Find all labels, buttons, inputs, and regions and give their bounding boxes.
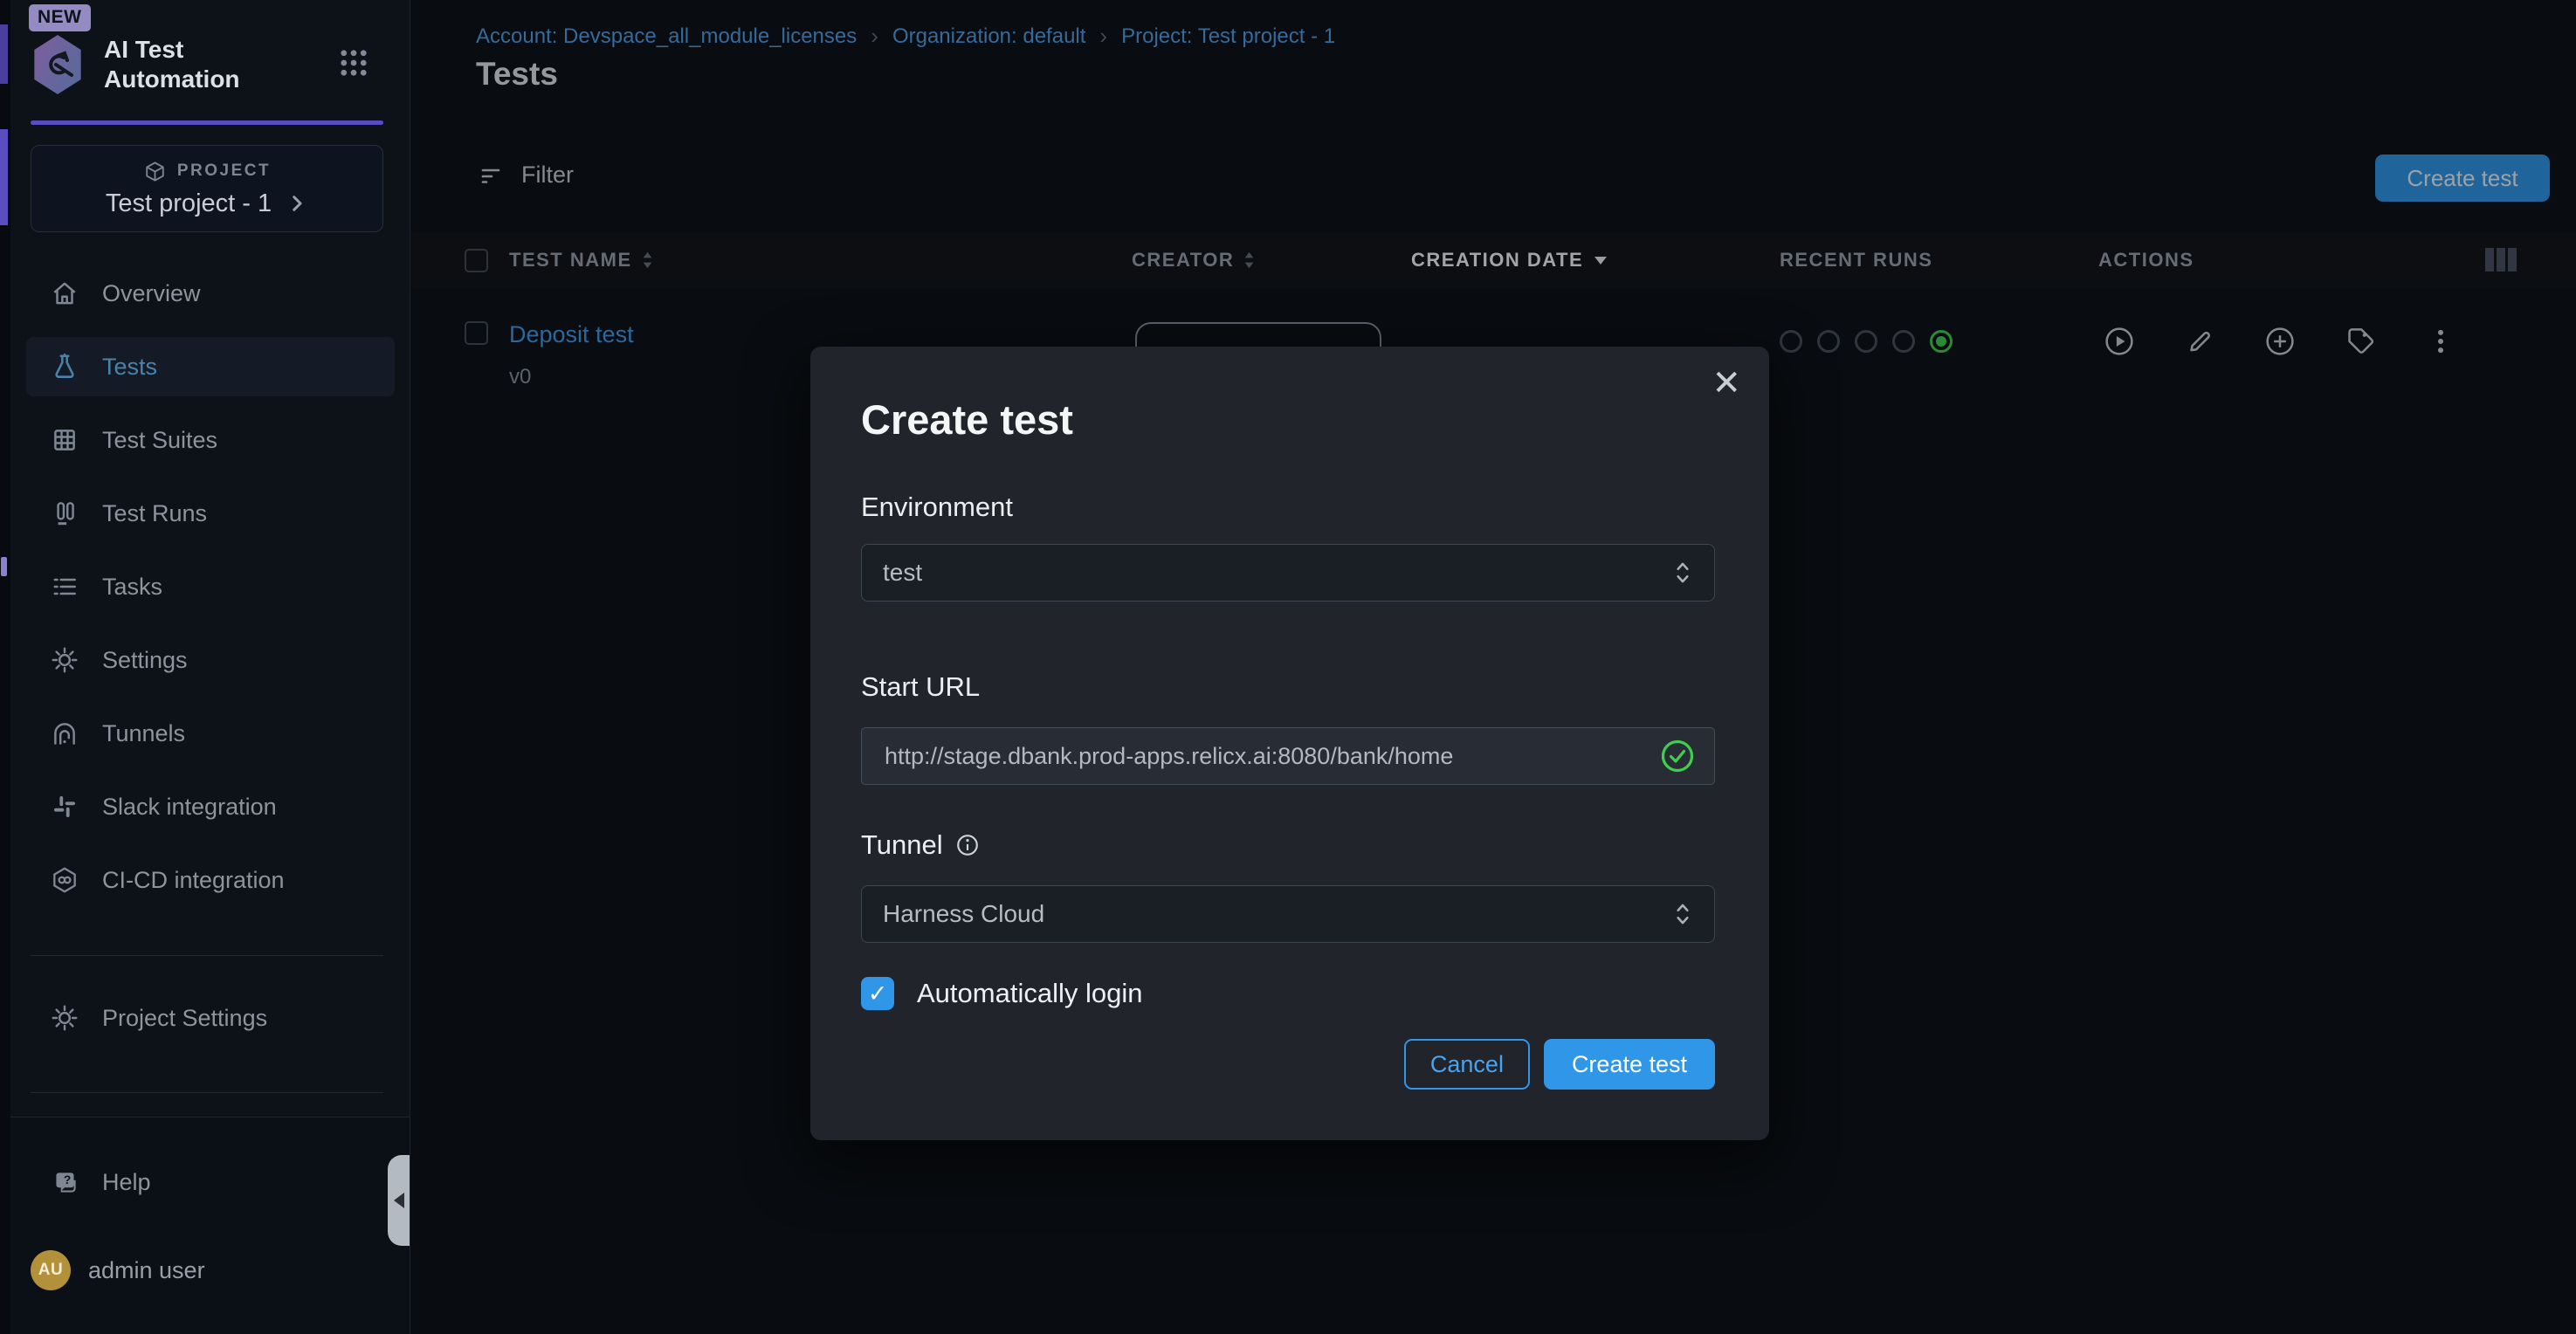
create-test-modal: ✕ Create test Environment test Start URL… xyxy=(810,347,1769,1140)
brand: AI Test Automation xyxy=(31,35,240,94)
cicd-hexagon-icon xyxy=(50,865,79,895)
app-switcher-icon[interactable] xyxy=(338,47,369,79)
sidebar-divider xyxy=(31,955,383,956)
brand-logo-icon xyxy=(31,35,85,94)
app-root: NEW AI Test Automation xyxy=(0,0,2576,1334)
new-badge: NEW xyxy=(29,4,91,31)
sidebar-item-test-suites[interactable]: Test Suites xyxy=(26,410,395,470)
sidebar: NEW AI Test Automation xyxy=(10,0,410,1334)
project-eyebrow: PROJECT xyxy=(143,160,271,183)
modal-title: Create test xyxy=(861,395,1073,444)
sidebar-item-cicd[interactable]: CI-CD integration xyxy=(26,850,395,910)
rail-accent xyxy=(1,557,7,576)
help-chat-icon: ? xyxy=(50,1167,79,1197)
sidebar-item-tasks[interactable]: Tasks xyxy=(26,557,395,616)
gear-icon xyxy=(50,645,79,675)
select-stepper-icon xyxy=(1672,899,1693,929)
gear-icon xyxy=(50,1003,79,1033)
start-url-label: Start URL xyxy=(861,671,980,703)
info-icon[interactable] xyxy=(955,833,980,857)
tunnel-select[interactable]: Harness Cloud xyxy=(861,885,1715,943)
environment-label: Environment xyxy=(861,492,1013,523)
sidebar-divider xyxy=(31,1092,383,1093)
rail-accent xyxy=(0,24,8,84)
list-icon xyxy=(50,572,79,602)
close-icon[interactable]: ✕ xyxy=(1712,366,1741,401)
chevron-right-icon xyxy=(286,192,308,215)
avatar: AU xyxy=(31,1250,71,1290)
sidebar-item-test-runs[interactable]: Test Runs xyxy=(26,484,395,543)
grid-icon xyxy=(50,425,79,455)
project-selector[interactable]: PROJECT Test project - 1 xyxy=(31,145,383,232)
svg-text:?: ? xyxy=(64,1173,71,1186)
home-icon xyxy=(50,278,79,308)
sidebar-item-project-settings: Project Settings xyxy=(26,988,395,1062)
select-stepper-icon xyxy=(1672,558,1693,588)
sidebar-item-tunnels[interactable]: Tunnels xyxy=(26,704,395,763)
brand-accent-divider xyxy=(31,120,383,125)
sidebar-item-slack[interactable]: Slack integration xyxy=(26,777,395,836)
project-name: Test project - 1 xyxy=(106,189,272,218)
environment-value: test xyxy=(883,559,922,587)
tunnel-label: Tunnel xyxy=(861,829,980,861)
modal-create-test-button[interactable]: Create test xyxy=(1544,1039,1715,1090)
sidebar-collapse-handle[interactable] xyxy=(388,1155,410,1246)
sidebar-nav: Overview Tests Test Suites Test Runs xyxy=(26,264,395,924)
checkbox-checked[interactable]: ✓ xyxy=(861,977,894,1010)
rail-accent xyxy=(0,129,8,225)
sidebar-item-tests[interactable]: Tests xyxy=(26,337,395,396)
auto-login-checkbox-row[interactable]: ✓ Automatically login xyxy=(861,977,1142,1010)
start-url-value: http://stage.dbank.prod-apps.relicx.ai:8… xyxy=(885,743,1453,770)
slack-icon xyxy=(50,792,79,822)
start-url-input[interactable]: http://stage.dbank.prod-apps.relicx.ai:8… xyxy=(861,727,1715,785)
app-title: AI Test Automation xyxy=(104,35,240,94)
flask-icon xyxy=(50,352,79,382)
environment-select[interactable]: test xyxy=(861,544,1715,602)
user-menu[interactable]: AU admin user xyxy=(31,1250,205,1290)
sidebar-footer xyxy=(10,1117,410,1334)
sidebar-item-settings[interactable]: Settings xyxy=(26,630,395,690)
sidebar-item-help: ? Help xyxy=(26,1152,395,1226)
left-rail xyxy=(0,0,10,1334)
cube-icon xyxy=(143,160,167,183)
tunnel-icon xyxy=(50,719,79,748)
tunnel-value: Harness Cloud xyxy=(883,900,1044,928)
sidebar-item-overview[interactable]: Overview xyxy=(26,264,395,323)
collapse-arrow-icon xyxy=(394,1193,404,1208)
user-name: admin user xyxy=(88,1257,205,1284)
auto-login-label: Automatically login xyxy=(917,978,1142,1009)
main-content: Account: Devspace_all_module_licenses › … xyxy=(410,0,2576,1334)
test-runs-icon xyxy=(50,499,79,528)
valid-check-icon xyxy=(1658,737,1697,775)
cancel-button[interactable]: Cancel xyxy=(1404,1039,1530,1090)
